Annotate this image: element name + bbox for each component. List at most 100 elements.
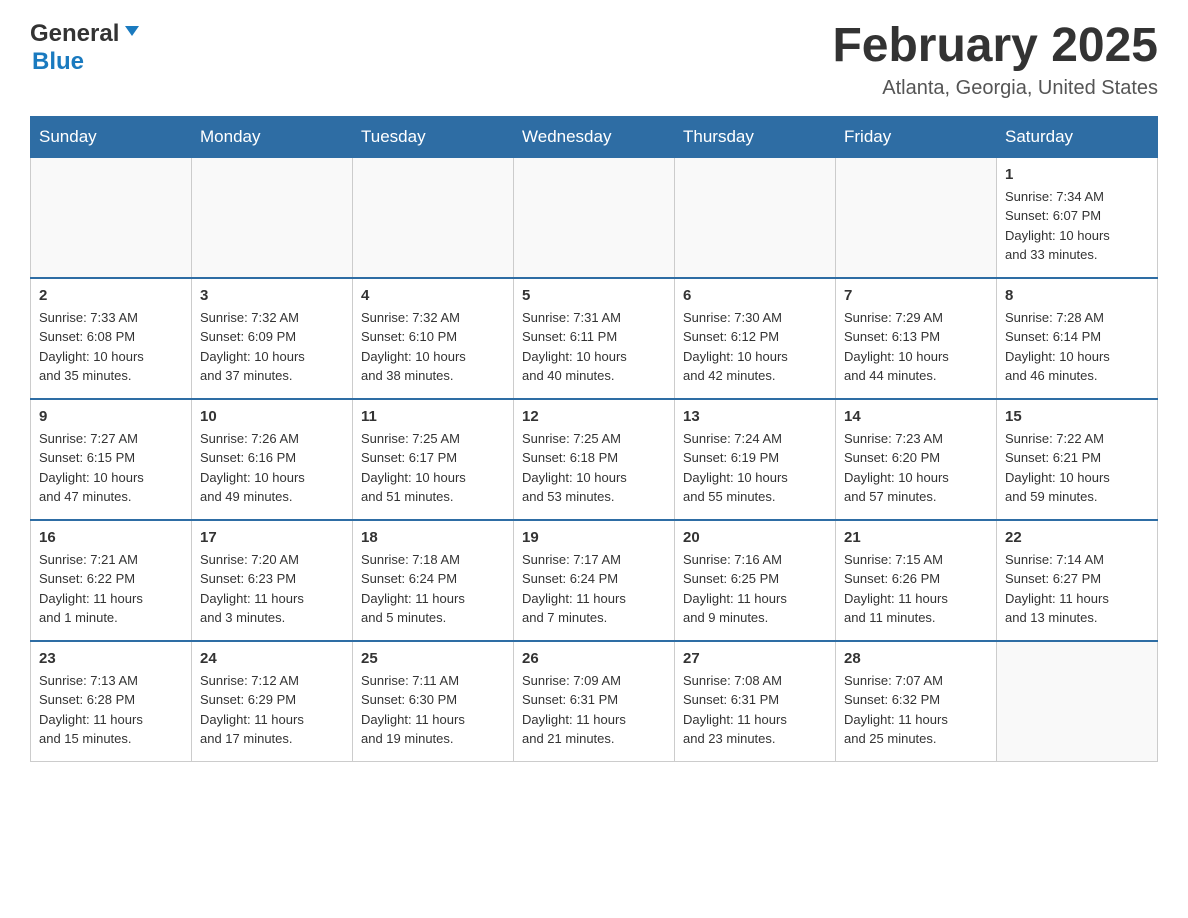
calendar-cell: 11 Sunrise: 7:25 AM Sunset: 6:17 PM Dayli… [353,399,514,520]
day-number: 12 [522,408,666,425]
calendar-cell: 18Sunrise: 7:18 AM Sunset: 6:24 PM Dayli… [353,520,514,641]
calendar-cell: 28Sunrise: 7:07 AM Sunset: 6:32 PM Dayli… [836,641,997,762]
calendar-cell: 6 Sunrise: 7:30 AM Sunset: 6:12 PM Daylig… [675,278,836,399]
calendar-cell: 3 Sunrise: 7:32 AM Sunset: 6:09 PM Daylig… [192,278,353,399]
day-number: 28 [844,650,988,667]
day-info: Sunrise: 7:15 AM Sunset: 6:26 PM Dayligh… [844,550,988,628]
location-title: Atlanta, Georgia, United States [832,77,1158,100]
day-number: 14 [844,408,988,425]
calendar-cell: 19 Sunrise: 7:17 AM Sunset: 6:24 PM Dayli… [514,520,675,641]
logo-triangle-icon [123,22,141,45]
day-info: Sunrise: 7:24 AM Sunset: 6:19 PM Dayligh… [683,429,827,507]
day-info: Sunrise: 7:11 AM Sunset: 6:30 PM Dayligh… [361,671,505,749]
day-number: 10 [200,408,344,425]
day-number: 8 [1005,287,1149,304]
day-number: 7 [844,287,988,304]
day-number: 20 [683,529,827,546]
calendar-cell [353,157,514,278]
month-title: February 2025 [832,20,1158,73]
calendar-cell: 2 Sunrise: 7:33 AM Sunset: 6:08 PM Daylig… [31,278,192,399]
day-number: 26 [522,650,666,667]
day-number: 3 [200,287,344,304]
week-row-5: 23 Sunrise: 7:13 AM Sunset: 6:28 PM Dayli… [31,641,1158,762]
day-number: 2 [39,287,183,304]
calendar-cell: 4 Sunrise: 7:32 AM Sunset: 6:10 PM Daylig… [353,278,514,399]
calendar-cell: 1 Sunrise: 7:34 AM Sunset: 6:07 PM Daylig… [997,157,1158,278]
day-info: Sunrise: 7:25 AM Sunset: 6:18 PM Dayligh… [522,429,666,507]
logo: General Blue [30,20,141,76]
day-info: Sunrise: 7:16 AM Sunset: 6:25 PM Dayligh… [683,550,827,628]
calendar-cell: 14 Sunrise: 7:23 AM Sunset: 6:20 PM Dayli… [836,399,997,520]
day-number: 4 [361,287,505,304]
calendar-cell: 15Sunrise: 7:22 AM Sunset: 6:21 PM Dayli… [997,399,1158,520]
day-number: 24 [200,650,344,667]
day-number: 23 [39,650,183,667]
weekday-header-tuesday: Tuesday [353,116,514,157]
title-area: February 2025 Atlanta, Georgia, United S… [832,20,1158,100]
calendar-cell: 5Sunrise: 7:31 AM Sunset: 6:11 PM Daylig… [514,278,675,399]
day-number: 16 [39,529,183,546]
weekday-header-friday: Friday [836,116,997,157]
calendar-cell: 20 Sunrise: 7:16 AM Sunset: 6:25 PM Dayli… [675,520,836,641]
calendar-cell: 13Sunrise: 7:24 AM Sunset: 6:19 PM Dayli… [675,399,836,520]
day-number: 11 [361,408,505,425]
weekday-header-saturday: Saturday [997,116,1158,157]
calendar-cell: 24 Sunrise: 7:12 AM Sunset: 6:29 PM Dayli… [192,641,353,762]
day-number: 9 [39,408,183,425]
day-info: Sunrise: 7:08 AM Sunset: 6:31 PM Dayligh… [683,671,827,749]
calendar-cell [836,157,997,278]
calendar-cell: 17 Sunrise: 7:20 AM Sunset: 6:23 PM Dayli… [192,520,353,641]
day-number: 22 [1005,529,1149,546]
day-info: Sunrise: 7:13 AM Sunset: 6:28 PM Dayligh… [39,671,183,749]
calendar-cell: 16Sunrise: 7:21 AM Sunset: 6:22 PM Dayli… [31,520,192,641]
day-info: Sunrise: 7:23 AM Sunset: 6:20 PM Dayligh… [844,429,988,507]
calendar-cell [514,157,675,278]
week-row-2: 2 Sunrise: 7:33 AM Sunset: 6:08 PM Daylig… [31,278,1158,399]
day-info: Sunrise: 7:25 AM Sunset: 6:17 PM Dayligh… [361,429,505,507]
calendar-cell: 25Sunrise: 7:11 AM Sunset: 6:30 PM Dayli… [353,641,514,762]
day-number: 27 [683,650,827,667]
day-number: 21 [844,529,988,546]
calendar-cell: 10 Sunrise: 7:26 AM Sunset: 6:16 PM Dayli… [192,399,353,520]
calendar-cell: 9 Sunrise: 7:27 AM Sunset: 6:15 PM Daylig… [31,399,192,520]
calendar-cell: 27 Sunrise: 7:08 AM Sunset: 6:31 PM Dayli… [675,641,836,762]
day-info: Sunrise: 7:17 AM Sunset: 6:24 PM Dayligh… [522,550,666,628]
logo-blue-text: Blue [32,48,84,76]
day-info: Sunrise: 7:33 AM Sunset: 6:08 PM Dayligh… [39,308,183,386]
day-number: 17 [200,529,344,546]
day-info: Sunrise: 7:31 AM Sunset: 6:11 PM Dayligh… [522,308,666,386]
day-info: Sunrise: 7:30 AM Sunset: 6:12 PM Dayligh… [683,308,827,386]
weekday-header-sunday: Sunday [31,116,192,157]
day-info: Sunrise: 7:32 AM Sunset: 6:09 PM Dayligh… [200,308,344,386]
day-number: 1 [1005,166,1149,183]
calendar-cell [192,157,353,278]
calendar-cell [675,157,836,278]
calendar-table: SundayMondayTuesdayWednesdayThursdayFrid… [30,116,1158,762]
day-number: 15 [1005,408,1149,425]
day-info: Sunrise: 7:29 AM Sunset: 6:13 PM Dayligh… [844,308,988,386]
day-info: Sunrise: 7:27 AM Sunset: 6:15 PM Dayligh… [39,429,183,507]
calendar-cell: 12 Sunrise: 7:25 AM Sunset: 6:18 PM Dayli… [514,399,675,520]
day-number: 18 [361,529,505,546]
weekday-header-row: SundayMondayTuesdayWednesdayThursdayFrid… [31,116,1158,157]
day-info: Sunrise: 7:26 AM Sunset: 6:16 PM Dayligh… [200,429,344,507]
calendar-cell: 26Sunrise: 7:09 AM Sunset: 6:31 PM Dayli… [514,641,675,762]
logo-general-text: General [30,20,119,48]
calendar-cell: 7 Sunrise: 7:29 AM Sunset: 6:13 PM Daylig… [836,278,997,399]
day-number: 6 [683,287,827,304]
day-info: Sunrise: 7:34 AM Sunset: 6:07 PM Dayligh… [1005,187,1149,265]
day-number: 19 [522,529,666,546]
calendar-cell: 8 Sunrise: 7:28 AM Sunset: 6:14 PM Daylig… [997,278,1158,399]
day-info: Sunrise: 7:20 AM Sunset: 6:23 PM Dayligh… [200,550,344,628]
week-row-1: 1 Sunrise: 7:34 AM Sunset: 6:07 PM Daylig… [31,157,1158,278]
day-info: Sunrise: 7:14 AM Sunset: 6:27 PM Dayligh… [1005,550,1149,628]
day-info: Sunrise: 7:12 AM Sunset: 6:29 PM Dayligh… [200,671,344,749]
week-row-4: 16Sunrise: 7:21 AM Sunset: 6:22 PM Dayli… [31,520,1158,641]
page-header: General Blue February 2025 Atlanta, Geor… [30,20,1158,100]
weekday-header-thursday: Thursday [675,116,836,157]
calendar-cell: 22 Sunrise: 7:14 AM Sunset: 6:27 PM Dayli… [997,520,1158,641]
week-row-3: 9 Sunrise: 7:27 AM Sunset: 6:15 PM Daylig… [31,399,1158,520]
day-info: Sunrise: 7:32 AM Sunset: 6:10 PM Dayligh… [361,308,505,386]
day-info: Sunrise: 7:28 AM Sunset: 6:14 PM Dayligh… [1005,308,1149,386]
weekday-header-wednesday: Wednesday [514,116,675,157]
